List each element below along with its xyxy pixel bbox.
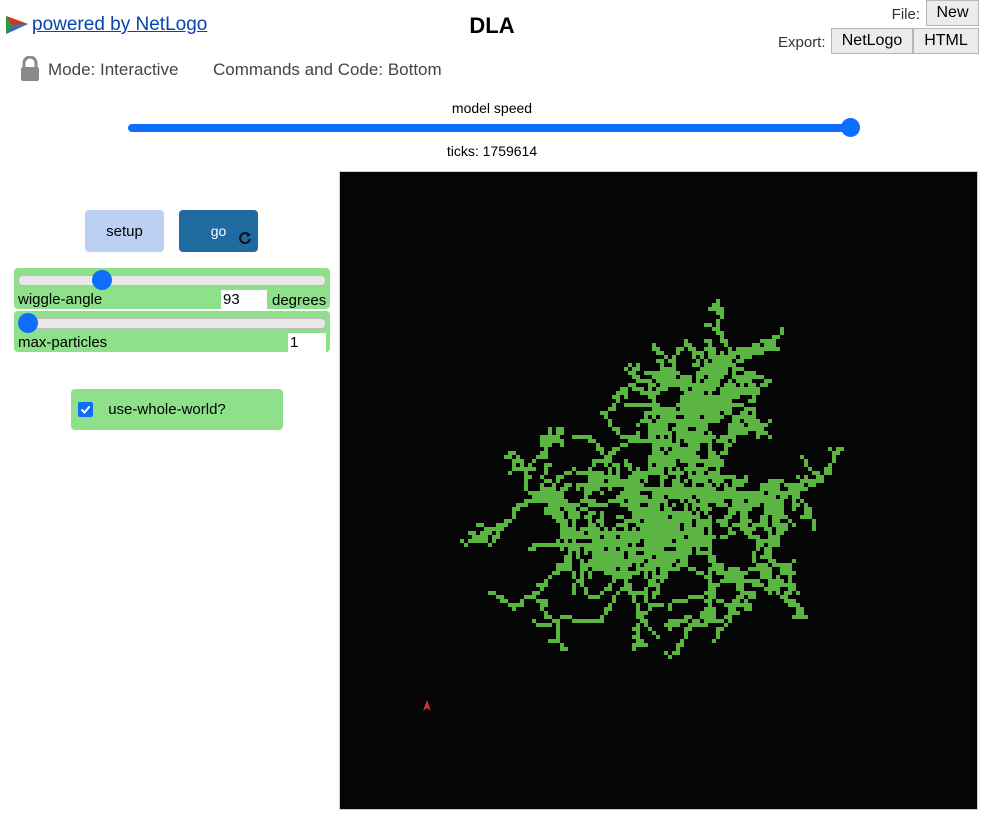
powered-by-netlogo-link[interactable]: powered by NetLogo (4, 12, 207, 38)
max-particles-track[interactable] (18, 318, 326, 329)
file-label: File: (891, 6, 920, 23)
model-speed-label: model speed (451, 100, 533, 116)
mode-toggle[interactable]: Mode: Interactive (48, 60, 178, 80)
go-button-label: go (210, 223, 227, 239)
max-particles-thumb[interactable] (18, 313, 38, 333)
use-whole-world-label: use-whole-world? (108, 401, 226, 418)
wiggle-angle-label: wiggle-angle (18, 291, 103, 308)
setup-button-label: setup (106, 222, 143, 240)
netlogo-logo-icon (6, 16, 28, 34)
world-view[interactable] (339, 171, 978, 810)
world-canvas (423, 299, 844, 711)
max-particles-value[interactable]: 1 (288, 333, 326, 352)
new-button[interactable]: New (926, 0, 979, 26)
ticks-counter: ticks: 1759614 (446, 143, 538, 159)
turtle-particle (423, 700, 431, 711)
checkmark-icon (80, 405, 91, 414)
powered-by-label: powered by NetLogo (32, 14, 208, 35)
wiggle-angle-track[interactable] (18, 275, 326, 286)
export-label: Export: (778, 34, 826, 51)
dla-cluster (460, 299, 844, 659)
forever-loop-icon (239, 232, 251, 245)
model-speed-thumb[interactable] (841, 118, 860, 137)
wiggle-angle-units: degrees (272, 292, 327, 309)
export-html-button[interactable]: HTML (913, 28, 979, 54)
wiggle-angle-value[interactable]: 93 (221, 290, 267, 309)
setup-button[interactable]: setup (85, 210, 164, 252)
model-title: DLA (469, 13, 515, 38)
lock-icon[interactable] (18, 56, 42, 82)
model-speed-slider[interactable] (128, 124, 852, 132)
use-whole-world-checkbox[interactable] (78, 402, 93, 417)
max-particles-label: max-particles (18, 334, 108, 351)
export-netlogo-button[interactable]: NetLogo (831, 28, 913, 54)
commands-code-position[interactable]: Commands and Code: Bottom (213, 60, 442, 80)
